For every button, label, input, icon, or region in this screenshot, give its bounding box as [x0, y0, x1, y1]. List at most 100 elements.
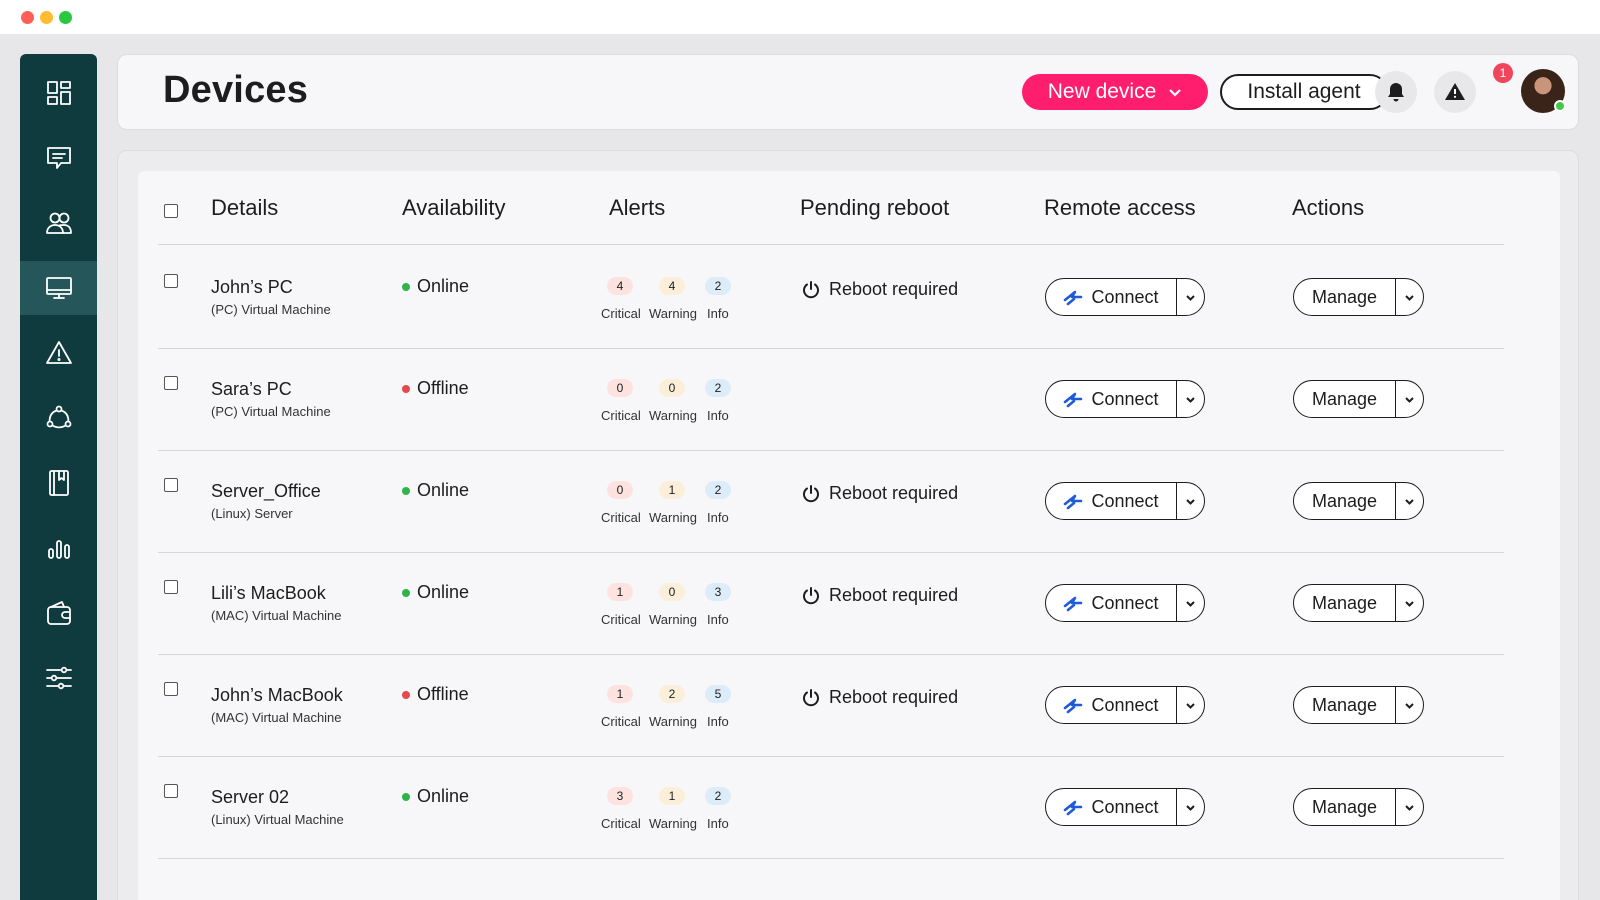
- new-device-button[interactable]: New device: [1022, 74, 1208, 110]
- row-checkbox[interactable]: [164, 478, 178, 492]
- row-checkbox[interactable]: [164, 682, 178, 696]
- device-type: (Linux) Virtual Machine: [211, 812, 344, 827]
- sidebar-item-settings[interactable]: [20, 651, 97, 705]
- connect-options-dropdown[interactable]: [1176, 687, 1204, 723]
- sidebar-item-devices[interactable]: [20, 261, 97, 315]
- manage-split-button: Manage: [1293, 278, 1424, 316]
- sidebar-item-users[interactable]: [20, 196, 97, 250]
- page-header: Devices New device Install agent 1: [117, 54, 1579, 130]
- table-row[interactable]: John’s PC (PC) Virtual Machine Online 4 …: [138, 245, 1560, 349]
- avatar[interactable]: [1521, 69, 1566, 113]
- window-minimize-button[interactable]: [40, 11, 53, 24]
- sidebar-item-library[interactable]: [20, 456, 97, 510]
- status-dot: [402, 282, 410, 291]
- alerts-count-badge: 1: [1493, 63, 1513, 83]
- device-name[interactable]: Sara’s PC: [211, 379, 292, 400]
- connect-options-dropdown[interactable]: [1176, 585, 1204, 621]
- book-icon: [48, 470, 69, 496]
- warning-label: Warning: [649, 510, 697, 525]
- table-row[interactable]: Lili’s MacBook (MAC) Virtual Machine Onl…: [138, 551, 1560, 655]
- column-header-remote-access[interactable]: Remote access: [1044, 195, 1196, 221]
- sidebar-item-network[interactable]: [20, 391, 97, 445]
- status-label: Offline: [417, 684, 469, 704]
- warning-label: Warning: [649, 816, 697, 831]
- table-row[interactable]: Sara’s PC (PC) Virtual Machine Offline 0…: [138, 347, 1560, 451]
- connect-options-dropdown[interactable]: [1176, 279, 1204, 315]
- manage-label: Manage: [1311, 694, 1378, 715]
- row-checkbox[interactable]: [164, 784, 178, 798]
- column-header-availability[interactable]: Availability: [402, 195, 506, 221]
- page-title: Devices: [163, 69, 309, 111]
- row-checkbox[interactable]: [164, 274, 178, 288]
- status-dot: [402, 792, 410, 801]
- warning-icon: [1445, 83, 1465, 100]
- connect-button[interactable]: Connect: [1046, 585, 1176, 621]
- availability-status: Offline: [402, 378, 469, 399]
- sidebar-item-dashboard[interactable]: [20, 66, 97, 120]
- install-agent-button[interactable]: Install agent: [1220, 74, 1388, 110]
- connect-button[interactable]: Connect: [1046, 483, 1176, 519]
- status-dot: [402, 486, 410, 495]
- warning-count-badge: 0: [659, 583, 685, 601]
- connect-button[interactable]: Connect: [1046, 789, 1176, 825]
- manage-options-dropdown[interactable]: [1395, 483, 1423, 519]
- info-label: Info: [707, 714, 729, 729]
- power-icon: [803, 586, 819, 604]
- manage-button[interactable]: Manage: [1294, 789, 1395, 825]
- chart-icon: [47, 540, 70, 559]
- warning-count-badge: 4: [659, 277, 685, 295]
- sidebar-item-alerts[interactable]: [20, 326, 97, 380]
- status-label: Online: [417, 276, 470, 296]
- critical-count-badge: 1: [607, 583, 633, 601]
- window-close-button[interactable]: [21, 11, 34, 24]
- connect-options-dropdown[interactable]: [1176, 381, 1204, 417]
- connect-button[interactable]: Connect: [1046, 687, 1176, 723]
- sidebar-item-messages[interactable]: [20, 131, 97, 185]
- column-header-actions[interactable]: Actions: [1292, 195, 1364, 221]
- manage-button[interactable]: Manage: [1294, 279, 1395, 315]
- device-name[interactable]: John’s MacBook: [211, 685, 343, 706]
- device-type: (Linux) Server: [211, 506, 293, 521]
- sidebar-item-reports[interactable]: [20, 521, 97, 575]
- window-zoom-button[interactable]: [59, 11, 72, 24]
- alerts-button[interactable]: [1434, 71, 1476, 113]
- device-name[interactable]: John’s PC: [211, 277, 293, 298]
- critical-count-badge: 1: [607, 685, 633, 703]
- table-row[interactable]: Server 02 (Linux) Virtual Machine Online…: [138, 755, 1560, 859]
- manage-options-dropdown[interactable]: [1395, 279, 1423, 315]
- row-checkbox[interactable]: [164, 376, 178, 390]
- manage-button[interactable]: Manage: [1294, 585, 1395, 621]
- power-icon: [803, 688, 819, 706]
- connect-options-dropdown[interactable]: [1176, 483, 1204, 519]
- column-header-details[interactable]: Details: [211, 195, 278, 221]
- select-all-checkbox[interactable]: [164, 204, 178, 218]
- reboot-label: Reboot required: [829, 279, 959, 299]
- manage-button[interactable]: Manage: [1294, 483, 1395, 519]
- row-checkbox[interactable]: [164, 580, 178, 594]
- manage-options-dropdown[interactable]: [1395, 585, 1423, 621]
- device-name[interactable]: Server 02: [211, 787, 289, 808]
- info-label: Info: [707, 306, 729, 321]
- manage-options-dropdown[interactable]: [1395, 789, 1423, 825]
- connect-options-dropdown[interactable]: [1176, 789, 1204, 825]
- device-name[interactable]: Lili’s MacBook: [211, 583, 326, 604]
- sidebar-item-billing[interactable]: [20, 586, 97, 640]
- connect-button[interactable]: Connect: [1046, 279, 1176, 315]
- remote-connect-icon: [1064, 800, 1083, 816]
- reboot-label: Reboot required: [829, 483, 959, 503]
- remote-connect-icon: [1064, 596, 1083, 612]
- status-dot: [402, 588, 410, 597]
- manage-split-button: Manage: [1293, 584, 1424, 622]
- column-header-alerts[interactable]: Alerts: [609, 195, 665, 221]
- manage-button[interactable]: Manage: [1294, 687, 1395, 723]
- notifications-button[interactable]: [1375, 71, 1417, 113]
- manage-button[interactable]: Manage: [1294, 381, 1395, 417]
- manage-options-dropdown[interactable]: [1395, 687, 1423, 723]
- table-row[interactable]: John’s MacBook (MAC) Virtual Machine Off…: [138, 653, 1560, 757]
- manage-options-dropdown[interactable]: [1395, 381, 1423, 417]
- table-row[interactable]: Server_Office (Linux) Server Online 0 1 …: [138, 449, 1560, 553]
- device-name[interactable]: Server_Office: [211, 481, 321, 502]
- dashboard-icon: [46, 81, 71, 105]
- connect-button[interactable]: Connect: [1046, 381, 1176, 417]
- column-header-pending-reboot[interactable]: Pending reboot: [800, 195, 949, 221]
